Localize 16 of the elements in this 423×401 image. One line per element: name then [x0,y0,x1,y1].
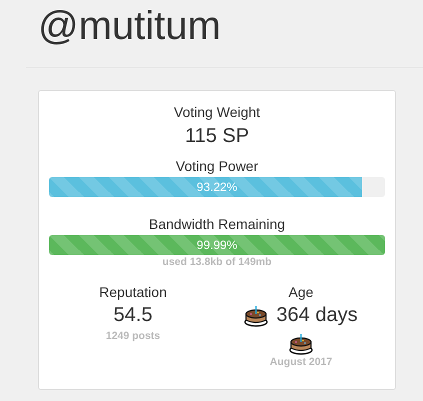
meter-label: Voting Power [174,157,260,175]
progress-reading: 93.22% [196,179,238,195]
stat-value: 115 SP [184,124,250,149]
stat-value: 364 days [276,303,358,328]
progress-reading: 99.99% [196,237,238,253]
join-date: August 2017 [270,355,332,369]
username-heading: @mutitum [38,3,222,49]
posts-count: 1249 posts [106,329,160,343]
stat-label: Reputation [99,283,167,301]
stat-label: Voting Weight [172,103,262,121]
usage-note: used 13.8kb of 149mb [161,255,273,269]
meter-label: Bandwidth Remaining [148,215,286,233]
stat-value: 54.5 [114,303,152,328]
cake-icon [289,331,313,355]
cake-icon [244,303,268,327]
stat-label: Age [288,283,314,301]
